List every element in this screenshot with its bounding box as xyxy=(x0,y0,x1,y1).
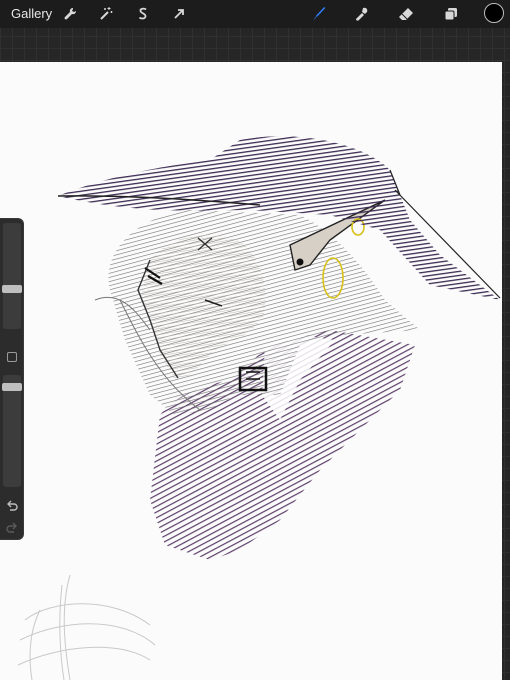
gallery-button[interactable]: Gallery xyxy=(11,6,52,21)
top-toolbar: Gallery xyxy=(0,0,510,28)
color-picker-button[interactable] xyxy=(484,3,504,23)
selection-s-icon[interactable] xyxy=(133,4,153,24)
drawing-canvas[interactable] xyxy=(0,62,502,680)
eraser-icon[interactable] xyxy=(396,4,416,24)
layers-icon[interactable] xyxy=(441,4,461,24)
smudge-icon[interactable] xyxy=(352,4,372,24)
magic-wand-icon[interactable] xyxy=(96,4,116,24)
opacity-slider[interactable] xyxy=(3,375,21,487)
artwork-sketch xyxy=(17,136,501,680)
wrench-icon[interactable] xyxy=(60,4,80,24)
undo-icon[interactable] xyxy=(5,499,19,513)
brush-size-slider[interactable] xyxy=(3,223,21,329)
brush-icon[interactable] xyxy=(309,4,329,24)
redo-icon[interactable] xyxy=(5,521,19,535)
modify-square-icon[interactable] xyxy=(7,352,17,362)
arrow-cursor-icon[interactable] xyxy=(169,4,189,24)
brush-sidebar xyxy=(0,218,24,540)
brush-size-thumb[interactable] xyxy=(2,285,22,293)
opacity-thumb[interactable] xyxy=(2,383,22,391)
